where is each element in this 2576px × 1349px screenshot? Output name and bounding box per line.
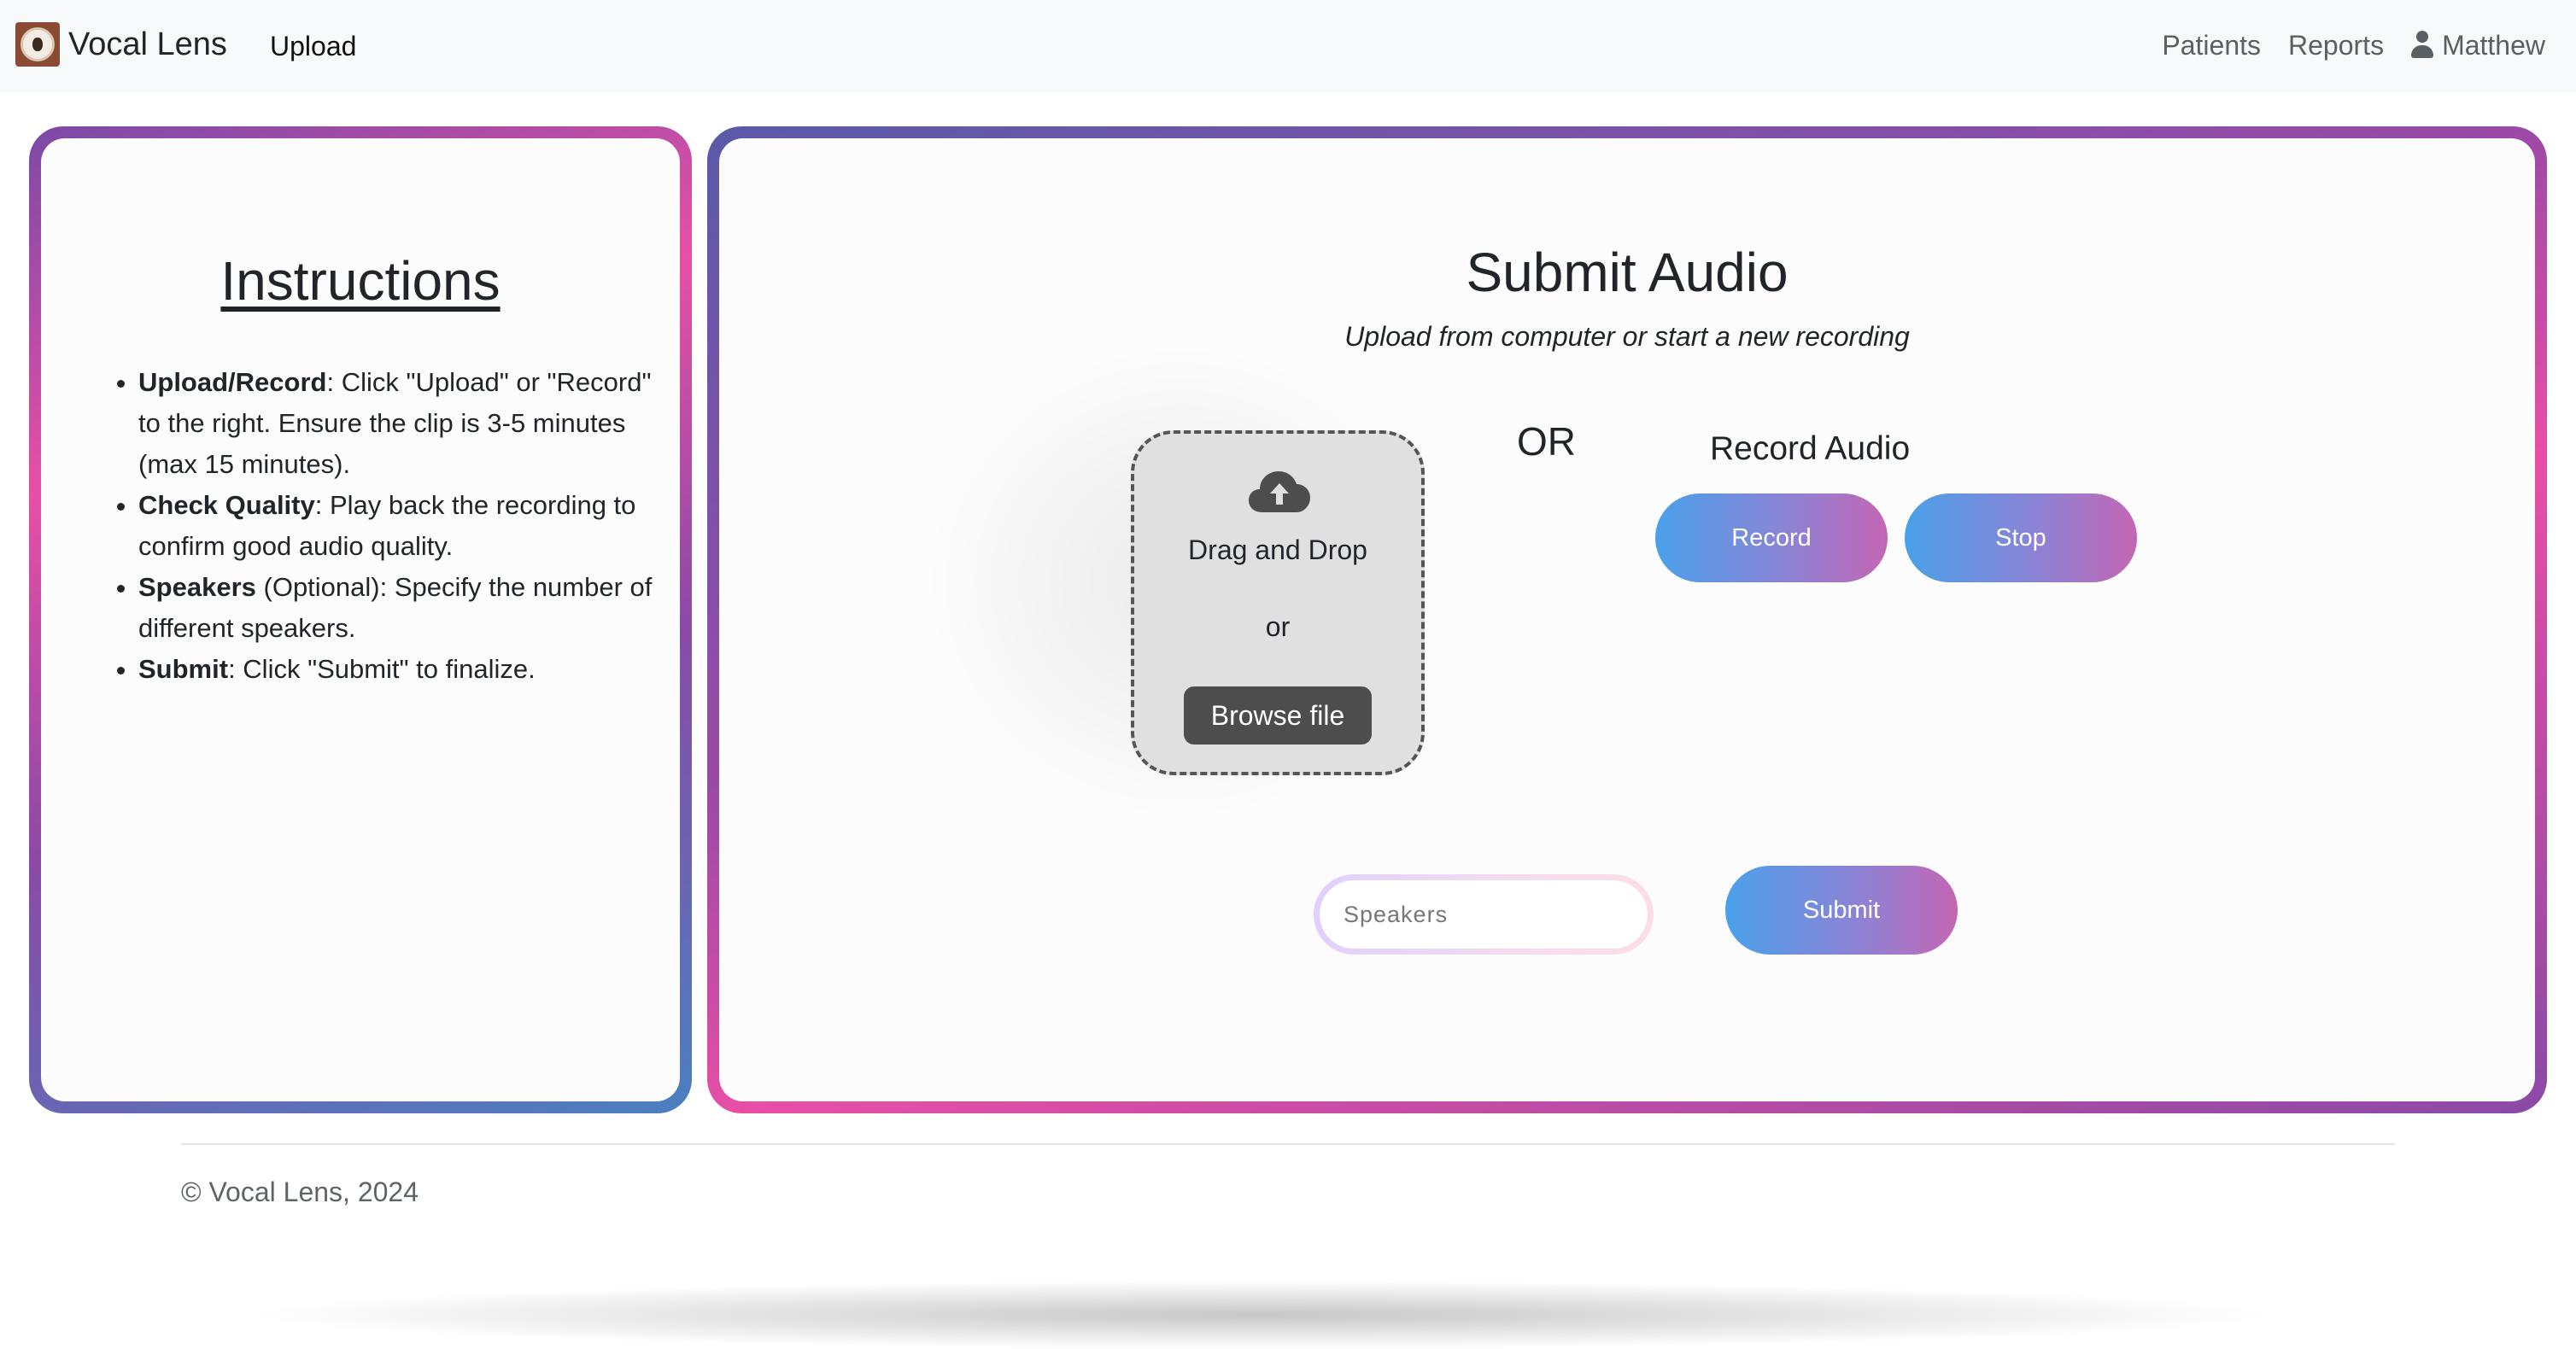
- footer-copyright: © Vocal Lens, 2024: [181, 1177, 419, 1207]
- bottom-shadow: [248, 1281, 2272, 1349]
- submit-button[interactable]: Submit: [1725, 866, 1958, 955]
- record-audio-title: Record Audio: [1710, 430, 1911, 467]
- instructions-title: Instructions: [220, 250, 501, 312]
- browse-file-button[interactable]: Browse file: [1184, 686, 1372, 745]
- submit-audio-subtitle: Upload from computer or start a new reco…: [1344, 321, 1910, 352]
- instructions-card: Instructions Upload/Record: Click "Uploa…: [29, 126, 692, 1113]
- user-name: Matthew: [2442, 30, 2545, 61]
- brand-link[interactable]: Vocal Lens: [15, 22, 227, 67]
- brand-name: Vocal Lens: [68, 26, 227, 62]
- nav-reports-link[interactable]: Reports: [2288, 26, 2384, 65]
- vocal-lens-logo-icon: [15, 22, 60, 67]
- speakers-field-wrapper: [1314, 874, 1654, 955]
- submit-audio-title: Submit Audio: [1466, 242, 1789, 303]
- submit-audio-card: Submit Audio Upload from computer or sta…: [707, 126, 2547, 1113]
- user-icon: [2411, 31, 2434, 60]
- user-menu[interactable]: Matthew: [2411, 26, 2545, 65]
- cloud-upload-icon: [1249, 471, 1310, 512]
- footer-divider: [181, 1143, 2395, 1145]
- instruction-item: Check Quality: Play back the recording t…: [138, 485, 668, 567]
- instruction-item: Speakers (Optional): Specify the number …: [138, 567, 668, 649]
- stop-button[interactable]: Stop: [1905, 493, 2137, 582]
- speakers-input[interactable]: [1320, 880, 1648, 949]
- instruction-item: Submit: Click "Submit" to finalize.: [138, 649, 668, 690]
- file-dropzone[interactable]: Drag and Drop or Browse file: [1131, 430, 1425, 775]
- instruction-item: Upload/Record: Click "Upload" or "Record…: [138, 362, 668, 485]
- navbar: Vocal Lens Upload Patients Reports Matth…: [0, 0, 2576, 92]
- nav-patients-link[interactable]: Patients: [2162, 26, 2261, 65]
- nav-upload-link[interactable]: Upload: [270, 27, 356, 65]
- record-button[interactable]: Record: [1655, 493, 1888, 582]
- drag-and-drop-label: Drag and Drop: [1188, 534, 1367, 565]
- instructions-list: Upload/Record: Click "Upload" or "Record…: [104, 362, 668, 690]
- dropzone-or-label: or: [1265, 611, 1291, 642]
- nav-right: Patients Reports Matthew: [2162, 26, 2545, 65]
- or-divider: OR: [1517, 419, 1576, 464]
